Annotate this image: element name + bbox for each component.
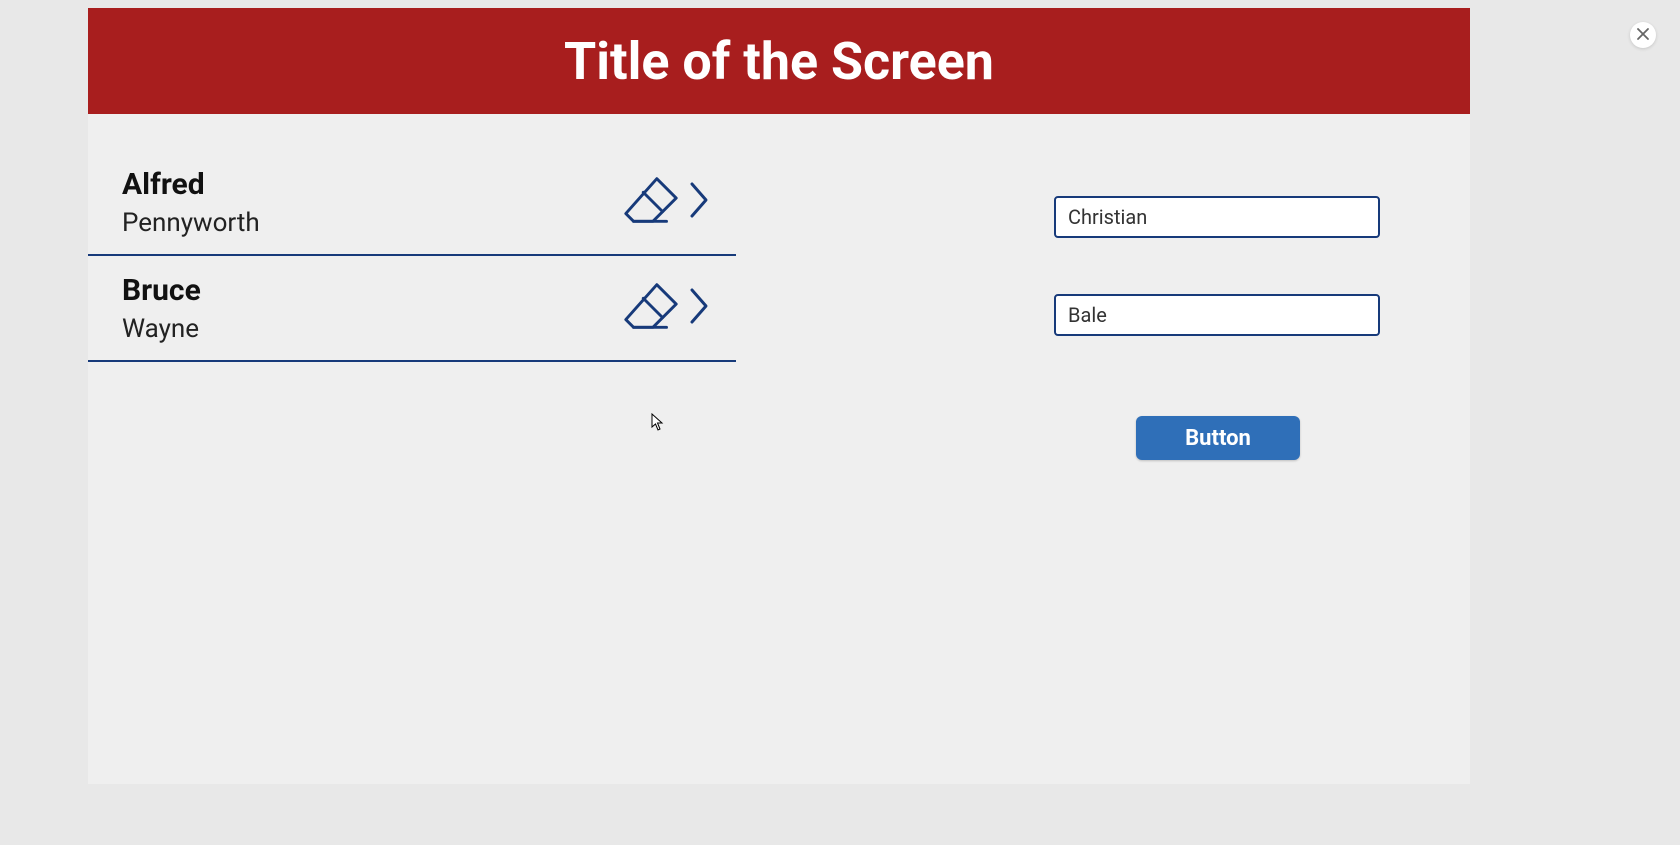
list-item-last-name: Wayne <box>122 314 201 344</box>
list-item-first-name: Bruce <box>122 273 201 308</box>
list-item[interactable]: Bruce Wayne <box>88 256 736 362</box>
modal-dialog: Title of the Screen Alfred Pennyworth <box>88 8 1470 784</box>
close-button[interactable] <box>1630 22 1656 48</box>
eraser-icon[interactable] <box>620 275 682 341</box>
last-name-input[interactable] <box>1054 294 1380 336</box>
list-item[interactable]: Alfred Pennyworth <box>88 150 736 256</box>
list-item-text: Alfred Pennyworth <box>122 167 260 238</box>
chevron-right-icon[interactable] <box>688 286 712 330</box>
list-item-actions <box>620 169 736 235</box>
list-item-text: Bruce Wayne <box>122 273 201 344</box>
left-list-panel: Alfred Pennyworth <box>88 150 736 784</box>
first-name-input[interactable] <box>1054 196 1380 238</box>
header-bar: Title of the Screen <box>88 8 1470 114</box>
submit-button[interactable]: Button <box>1136 416 1300 460</box>
chevron-right-icon[interactable] <box>688 180 712 224</box>
close-icon <box>1636 27 1650 44</box>
list-item-last-name: Pennyworth <box>122 208 260 238</box>
eraser-icon[interactable] <box>620 169 682 235</box>
right-form-panel: Button <box>736 150 1470 784</box>
list-item-first-name: Alfred <box>122 167 260 202</box>
list-item-actions <box>620 275 736 341</box>
content-area: Alfred Pennyworth <box>88 114 1470 784</box>
page-title: Title of the Screen <box>564 31 994 92</box>
